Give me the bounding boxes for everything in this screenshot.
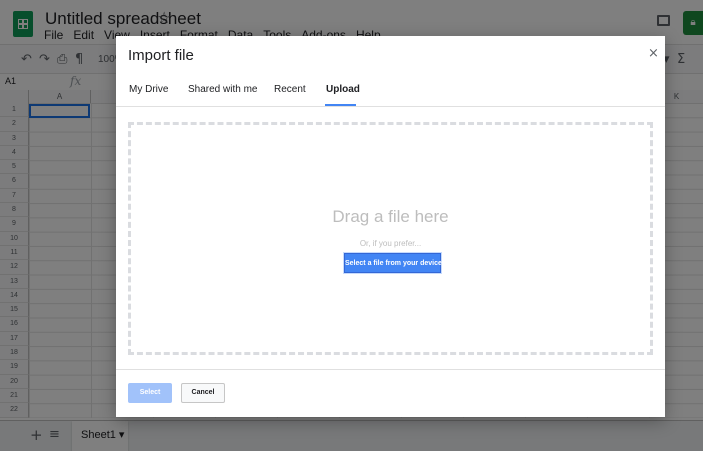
tab-my-drive[interactable]: My Drive (129, 84, 168, 95)
drag-file-text: Drag a file here (332, 207, 449, 226)
or-prefer-text: Or, if you prefer... (359, 239, 422, 248)
close-icon[interactable]: × (648, 47, 659, 61)
import-file-dialog: Import file × My Drive Shared with me Re… (116, 36, 665, 417)
select-file-from-device-button[interactable]: Select a file from your device (344, 253, 442, 273)
footer-divider (116, 369, 665, 370)
select-button[interactable]: Select (128, 383, 172, 403)
tab-upload[interactable]: Upload (326, 84, 360, 95)
active-tab-indicator (325, 104, 356, 106)
dialog-title: Import file (128, 47, 194, 64)
import-tabs: My Drive Shared with me Recent Upload (116, 81, 665, 107)
cancel-button[interactable]: Cancel (181, 383, 225, 403)
file-drop-zone[interactable]: Drag a file here Or, if you prefer... Se… (128, 122, 653, 355)
tab-shared-with-me[interactable]: Shared with me (188, 84, 257, 95)
tab-recent[interactable]: Recent (274, 84, 306, 95)
